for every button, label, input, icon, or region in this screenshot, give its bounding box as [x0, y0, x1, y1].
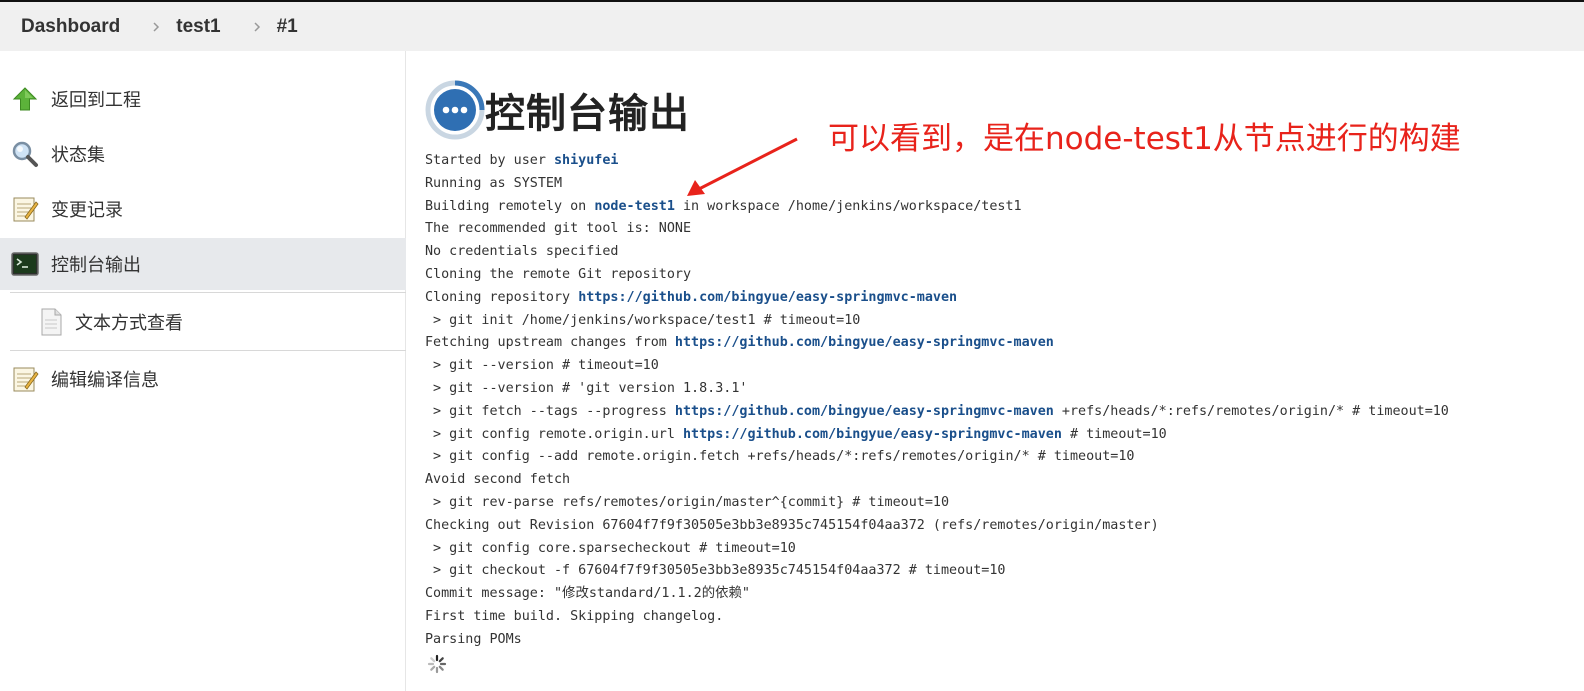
console-line: Fetching upstream changes from https://g… — [425, 335, 1054, 351]
repo-link[interactable]: https://github.com/bingyue/easy-springmv… — [683, 427, 1062, 442]
chevron-right-icon[interactable] — [241, 2, 273, 51]
user-link[interactable]: shiyufei — [554, 153, 619, 168]
sidebar-item-label: 状态集 — [51, 145, 105, 166]
document-icon — [36, 307, 66, 337]
notepad-icon — [10, 194, 40, 224]
repo-link[interactable]: https://github.com/bingyue/easy-springmv… — [578, 290, 957, 305]
console-running-icon — [425, 80, 485, 140]
console-line: The recommended git tool is: NONE — [425, 221, 692, 237]
node-link[interactable]: node-test1 — [594, 199, 675, 214]
breadcrumb-dashboard[interactable]: Dashboard — [21, 16, 120, 38]
sidebar: 返回到工程 状态集 变更记录 控制台输出 文本方式查看 编辑编译信息 — [0, 51, 406, 691]
main-content: 控制台输出 可以看到，是在node-test1从节点进行的构建 Started … — [407, 51, 1584, 691]
loading-spinner-icon — [427, 654, 447, 674]
console-line: > git --version # timeout=10 — [425, 358, 659, 374]
console-line: > git config core.sparsecheckout # timeo… — [425, 540, 796, 556]
sidebar-item-status[interactable]: 状态集 — [0, 128, 406, 180]
sidebar-item-label: 编辑编译信息 — [51, 370, 159, 391]
console-line: > git rev-parse refs/remotes/origin/mast… — [425, 494, 950, 510]
console-line: Running as SYSTEM — [425, 175, 563, 191]
sidebar-item-back-to-project[interactable]: 返回到工程 — [0, 73, 406, 125]
console-line: First time build. Skipping changelog. — [425, 608, 724, 624]
divider — [10, 292, 406, 293]
console-line: Commit message: "修改standard/1.1.2的依赖" — [425, 586, 750, 602]
sidebar-item-label: 文本方式查看 — [75, 313, 183, 334]
sidebar-item-edit-build-info[interactable]: 编辑编译信息 — [0, 353, 406, 405]
repo-link[interactable]: https://github.com/bingyue/easy-springmv… — [675, 335, 1054, 350]
sidebar-item-label: 变更记录 — [51, 200, 123, 221]
console-line: Cloning the remote Git repository — [425, 266, 692, 282]
breadcrumb-build[interactable]: #1 — [277, 16, 298, 38]
sidebar-item-console-output[interactable]: 控制台输出 — [0, 238, 406, 290]
console-line: > git init /home/jenkins/workspace/test1… — [425, 312, 861, 328]
divider — [10, 350, 406, 351]
console-line: > git config --add remote.origin.fetch +… — [425, 449, 1135, 465]
sidebar-item-view-as-plain-text[interactable]: 文本方式查看 — [0, 296, 406, 348]
console-output: Started by user shiyufei Running as SYST… — [425, 150, 1575, 652]
console-line: > git config remote.origin.url https://g… — [425, 426, 1167, 442]
sidebar-item-label: 控制台输出 — [51, 255, 141, 276]
terminal-icon — [10, 249, 40, 279]
console-line: > git --version # 'git version 1.8.3.1' — [425, 380, 748, 396]
repo-link[interactable]: https://github.com/bingyue/easy-springmv… — [675, 404, 1054, 419]
chevron-right-icon[interactable] — [140, 2, 172, 51]
console-line: Checking out Revision 67604f7f9f30505e3b… — [425, 517, 1159, 533]
console-line: Avoid second fetch — [425, 472, 571, 488]
page-title: 控制台输出 — [485, 91, 690, 137]
breadcrumb: Dashboard test1 #1 — [0, 2, 1584, 51]
sidebar-item-label: 返回到工程 — [51, 90, 141, 111]
console-line: Cloning repository https://github.com/bi… — [425, 289, 958, 305]
console-line: Started by user shiyufei — [425, 153, 619, 168]
page-header: 控制台输出 — [425, 79, 690, 141]
console-line: > git checkout -f 67604f7f9f30505e3bb3e8… — [425, 563, 1006, 579]
console-line: No credentials specified — [425, 244, 619, 260]
up-arrow-icon — [10, 84, 40, 114]
console-line: Parsing POMs — [425, 631, 522, 647]
breadcrumb-job[interactable]: test1 — [176, 16, 220, 38]
magnifier-icon — [10, 139, 40, 169]
sidebar-item-changes[interactable]: 变更记录 — [0, 183, 406, 235]
console-line: > git fetch --tags --progress https://gi… — [425, 403, 1449, 419]
notepad-icon — [10, 364, 40, 394]
console-line: Building remotely on node-test1 in works… — [425, 198, 1022, 214]
